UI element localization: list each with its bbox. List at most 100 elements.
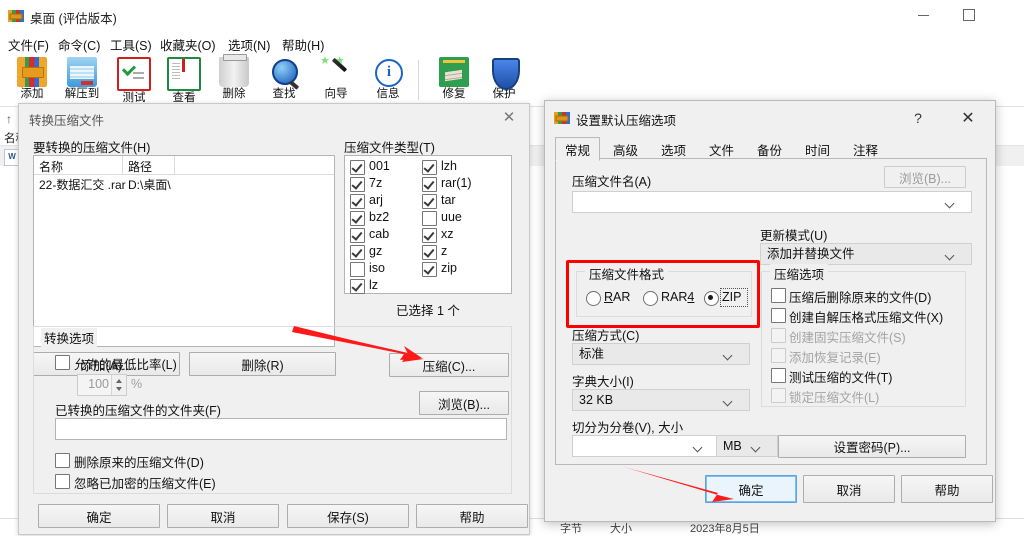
compression-options-label: 压缩选项	[770, 264, 828, 283]
option-checkbox-recovery	[771, 348, 786, 363]
type-checkbox-rar1[interactable]	[422, 177, 437, 192]
toolbar-test[interactable]: 测试	[108, 56, 160, 106]
type-label-gz: gz	[369, 244, 382, 258]
menu-help[interactable]: 帮助(H)	[282, 35, 324, 54]
toolbar-add[interactable]: 添加	[6, 56, 58, 106]
min-ratio-label: 允许的最低比率(L)	[74, 354, 177, 373]
option-label-solid: 创建固实压缩文件(S)	[789, 327, 906, 346]
set-password-button[interactable]: 设置密码(P)...	[778, 435, 966, 458]
format-radio-zip[interactable]	[704, 291, 719, 306]
delete-icon	[219, 57, 249, 87]
type-checkbox-zip[interactable]	[422, 262, 437, 277]
wizard-icon	[321, 57, 351, 87]
type-checkbox-lzh[interactable]	[422, 160, 437, 175]
settings-cancel-button[interactable]: 取消	[803, 475, 895, 503]
archive-name-input[interactable]	[572, 191, 972, 213]
toolbar-protect[interactable]: 保护	[478, 56, 530, 106]
toolbar-wizard-label: 向导	[310, 88, 362, 100]
chevron-down-icon[interactable]	[721, 344, 735, 364]
menu-commands[interactable]: 命令(C)	[58, 35, 100, 54]
type-checkbox-tar[interactable]	[422, 194, 437, 209]
type-checkbox-bz2[interactable]	[350, 211, 365, 226]
option-checkbox-delete-after[interactable]	[771, 288, 786, 303]
chevron-down-icon[interactable]	[691, 436, 705, 456]
skip-encrypted-checkbox[interactable]	[55, 474, 70, 489]
menu-favorites[interactable]: 收藏夹(O)	[160, 35, 216, 54]
volume-size-input[interactable]	[572, 435, 720, 457]
toolbar-wizard[interactable]: 向导	[310, 56, 362, 106]
min-ratio-checkbox[interactable]	[55, 355, 70, 370]
menu-file[interactable]: 文件(F)	[8, 35, 49, 54]
types-label: 压缩文件类型(T)	[344, 137, 435, 156]
toolbar-info-label: 信息	[362, 88, 414, 100]
update-mode-select[interactable]: 添加并替换文件	[760, 243, 972, 265]
dictionary-select[interactable]: 32 KB	[572, 389, 750, 411]
type-checkbox-cab[interactable]	[350, 228, 365, 243]
tab-general[interactable]: 常规	[555, 137, 600, 161]
parent-folder-arrow[interactable]: ↑	[6, 112, 12, 126]
menubar: 文件(F) 命令(C) 工具(S) 收藏夹(O) 选项(N) 帮助(H)	[0, 32, 1024, 54]
chevron-down-icon[interactable]	[749, 436, 763, 456]
archives-col-name[interactable]: 名称	[39, 158, 63, 175]
ratio-stepper[interactable]: 100	[77, 374, 127, 396]
type-checkbox-gz[interactable]	[350, 245, 365, 260]
toolbar-extract-label: 解压到	[56, 88, 108, 100]
chevron-down-icon[interactable]	[943, 192, 957, 212]
delete-original-checkbox[interactable]	[55, 453, 70, 468]
type-checkbox-7z[interactable]	[350, 177, 365, 192]
type-checkbox-uue[interactable]	[422, 211, 437, 226]
archive-types-listbox[interactable]: 001 7z arj bz2 cab gz iso lz lzh rar(1) …	[344, 155, 512, 294]
option-checkbox-test[interactable]	[771, 368, 786, 383]
menu-tools[interactable]: 工具(S)	[110, 35, 152, 54]
winrar-app: 桌面 (评估版本) 文件(F) 命令(C) 工具(S) 收藏夹(O) 选项(N)…	[0, 0, 1024, 533]
option-checkbox-lock	[771, 388, 786, 403]
list-item-path[interactable]: D:\桌面\	[128, 176, 171, 193]
option-checkbox-sfx[interactable]	[771, 308, 786, 323]
ratio-spin-arrows[interactable]	[111, 375, 126, 395]
option-checkbox-solid	[771, 328, 786, 343]
convert-cancel-button[interactable]: 取消	[167, 504, 279, 528]
archive-browse-button[interactable]: 浏览(B)...	[884, 166, 966, 188]
menu-options[interactable]: 选项(N)	[228, 35, 270, 54]
toolbar-extract[interactable]: 解压到	[56, 56, 108, 106]
format-radio-rar4[interactable]	[643, 291, 658, 306]
close-icon[interactable]: ✕	[953, 107, 983, 129]
maximize-icon[interactable]	[946, 0, 992, 30]
format-radio-rar[interactable]	[586, 291, 601, 306]
archive-name-label-text: 压缩文件名(A)	[572, 175, 651, 189]
browse-button[interactable]: 浏览(B)...	[419, 391, 509, 415]
toolbar-info[interactable]: i 信息	[362, 56, 414, 106]
option-label-test: 测试压缩的文件(T)	[789, 367, 892, 386]
close-icon[interactable]: ✕	[493, 106, 525, 128]
volume-unit-select[interactable]: MB	[716, 435, 778, 457]
type-checkbox-xz[interactable]	[422, 228, 437, 243]
chevron-down-icon[interactable]	[943, 244, 957, 264]
settings-help-button[interactable]: 帮助	[901, 475, 993, 503]
archives-listbox[interactable]: 名称 路径 22-数据汇交 .rar D:\桌面\	[33, 155, 335, 347]
option-label-delete-after: 压缩后删除原来的文件(D)	[789, 287, 931, 306]
toolbar-delete[interactable]: 删除	[208, 56, 260, 106]
type-checkbox-lz[interactable]	[350, 279, 365, 294]
toolbar-repair[interactable]: 修复	[428, 56, 480, 106]
list-item[interactable]: 22-数据汇交 .rar	[39, 176, 126, 193]
type-checkbox-z[interactable]	[422, 245, 437, 260]
toolbar-view[interactable]: 查看	[158, 56, 210, 106]
convert-save-button[interactable]: 保存(S)	[287, 504, 409, 528]
toolbar-find[interactable]: 查找	[258, 56, 310, 106]
convert-help-button[interactable]: 帮助	[416, 504, 528, 528]
method-select[interactable]: 标准	[572, 343, 750, 365]
update-mode-label: 更新模式(U)	[760, 225, 827, 244]
minimize-icon[interactable]	[900, 0, 946, 30]
target-folder-input[interactable]	[55, 418, 507, 440]
archives-list-header: 名称 路径	[34, 156, 334, 175]
help-icon[interactable]: ?	[903, 107, 933, 129]
type-checkbox-arj[interactable]	[350, 194, 365, 209]
type-label-z: z	[441, 244, 447, 258]
update-mode-value: 添加并替换文件	[767, 247, 855, 261]
type-label-arj: arj	[369, 193, 383, 207]
type-checkbox-001[interactable]	[350, 160, 365, 175]
convert-ok-button[interactable]: 确定	[38, 504, 160, 528]
archives-col-path[interactable]: 路径	[128, 158, 152, 175]
chevron-down-icon[interactable]	[721, 390, 735, 410]
type-checkbox-iso[interactable]	[350, 262, 365, 277]
